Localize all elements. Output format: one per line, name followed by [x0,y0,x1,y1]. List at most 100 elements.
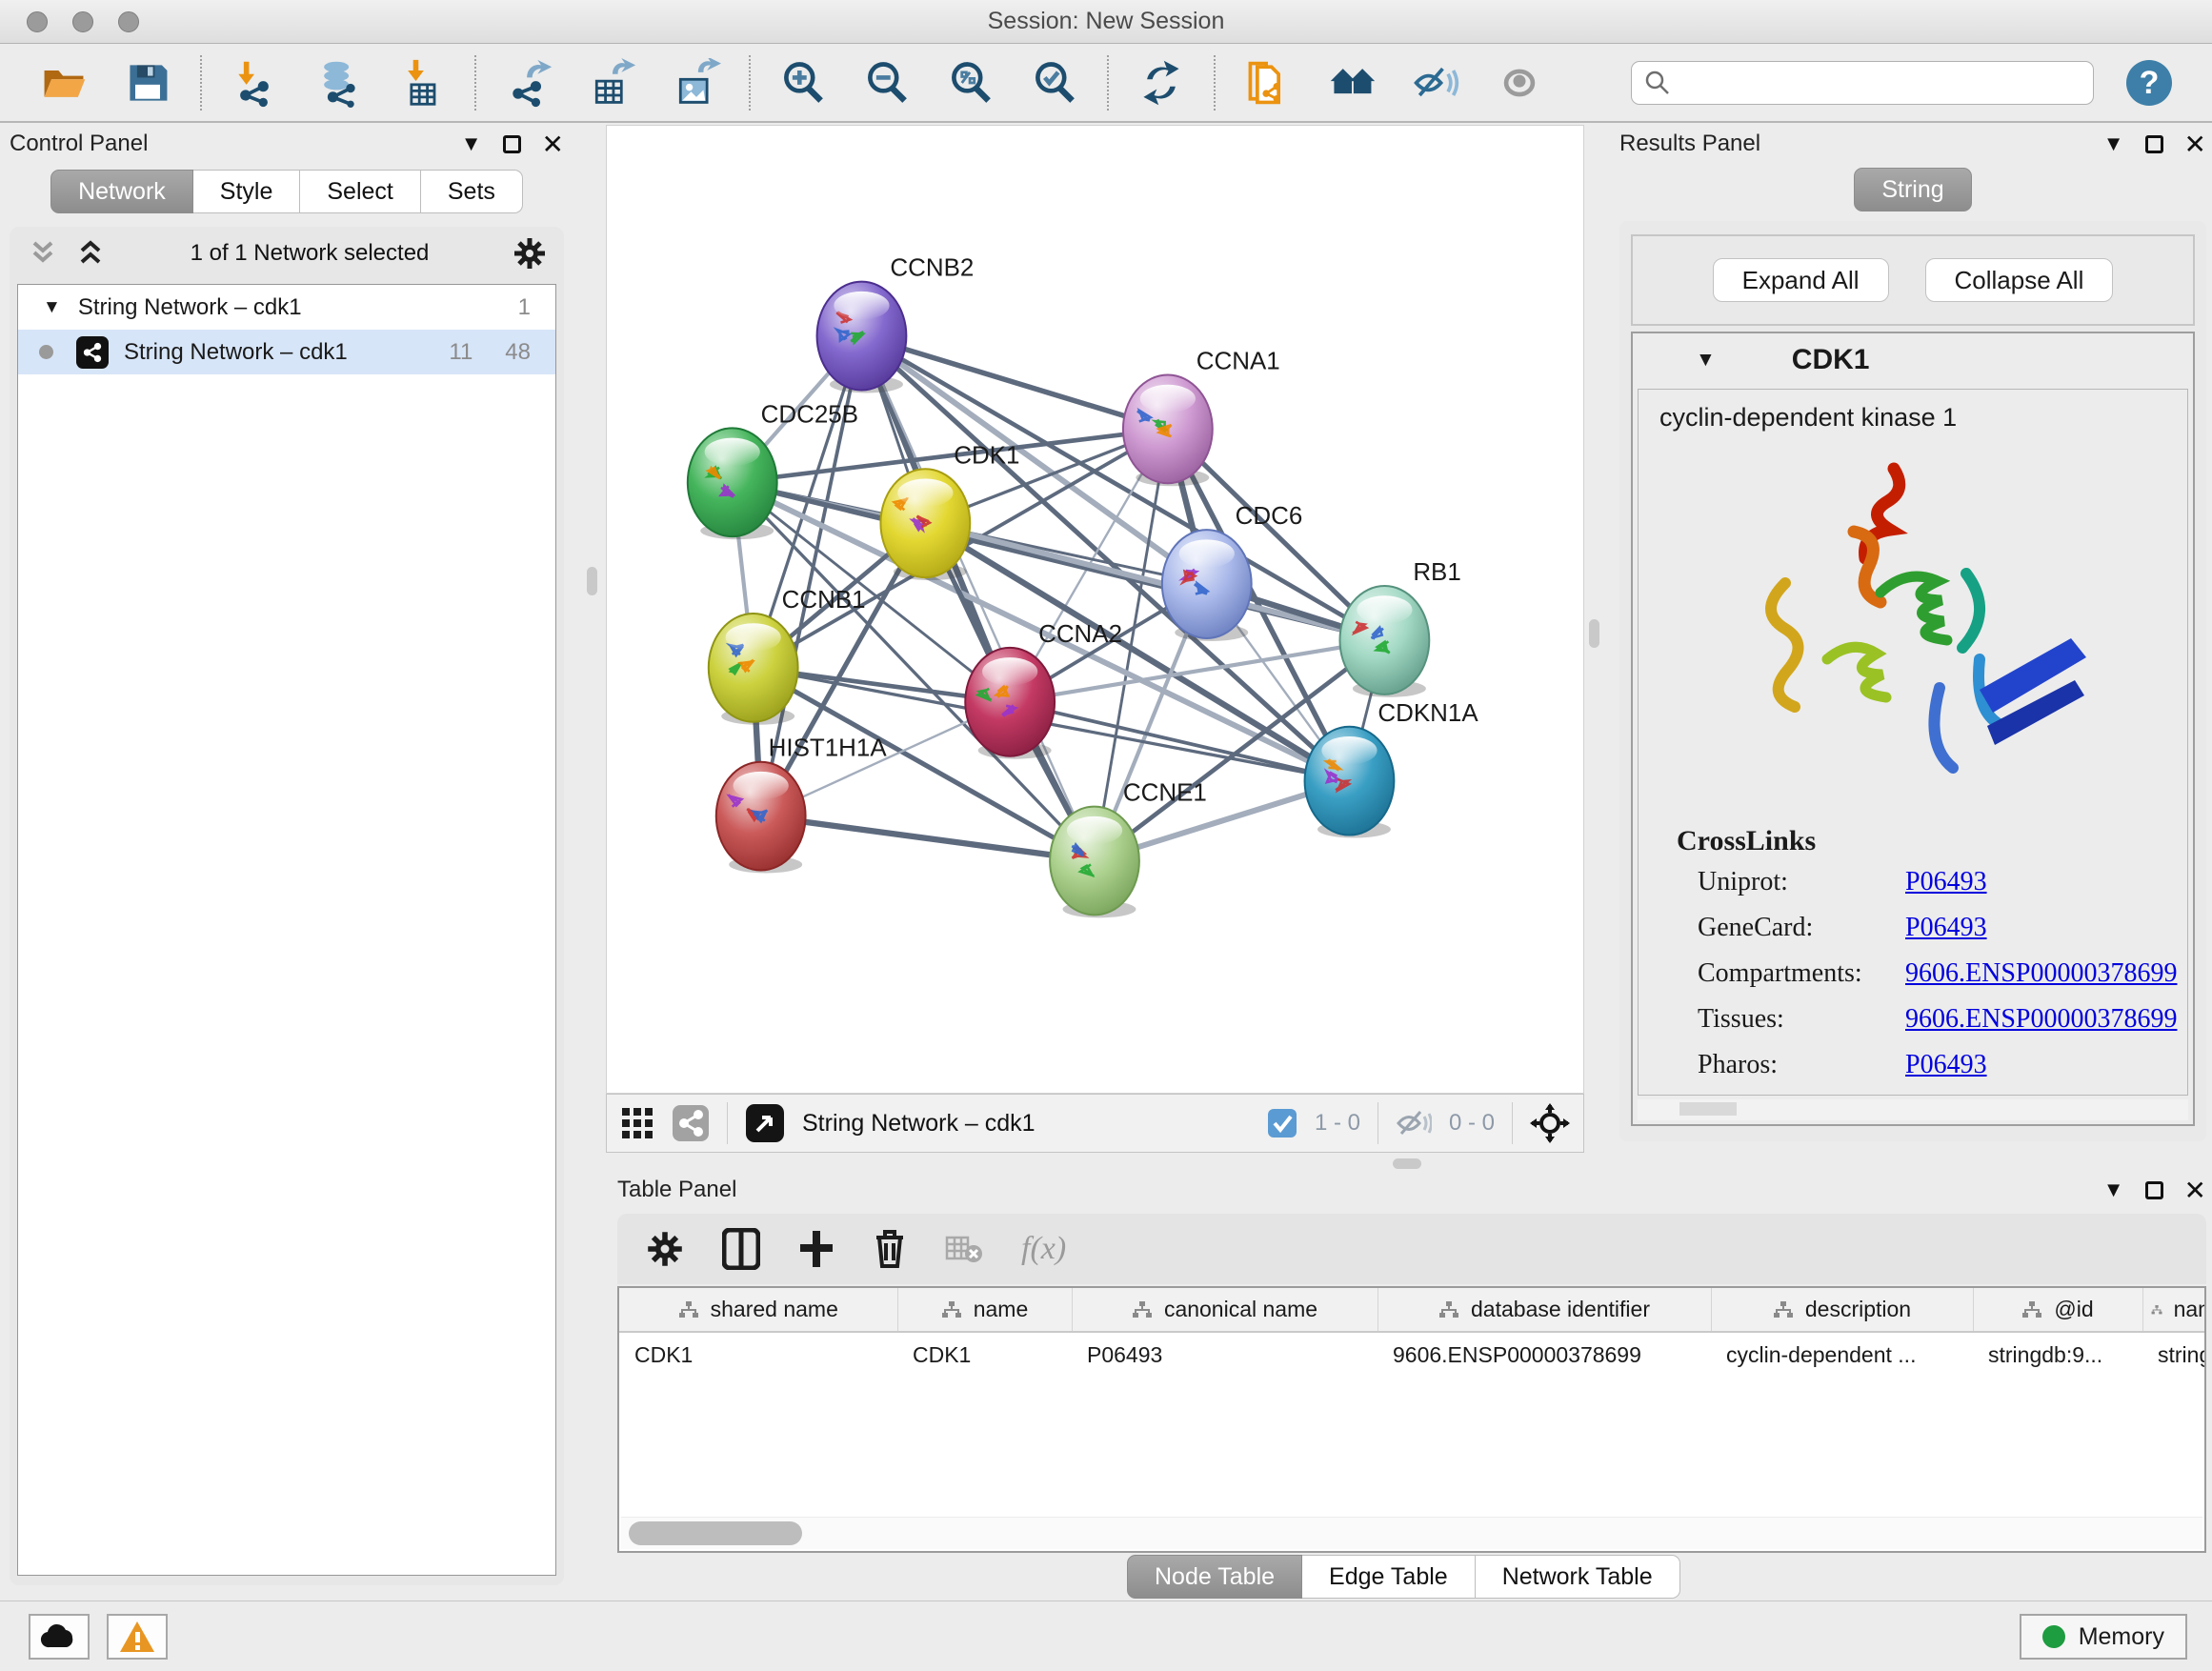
node-CCNE1[interactable]: CCNE1 [1050,780,1207,918]
table-cell[interactable]: CDK1 [897,1332,1072,1377]
import-network-button[interactable] [229,57,280,109]
table-cell[interactable]: stringdb [2142,1332,2206,1377]
collapse-all-button[interactable]: Collapse All [1925,258,2114,302]
collection-expand-caret[interactable]: ▼ [43,297,61,318]
annotation-button[interactable] [1242,57,1294,109]
node-table[interactable]: shared namenamecanonical namedatabase id… [617,1286,2206,1553]
tab-style[interactable]: Style [193,170,301,213]
birdseye-navigator-icon[interactable] [745,1103,785,1143]
close-window-button[interactable] [27,11,48,32]
node-CCNB2[interactable]: CCNB2 [817,255,975,393]
crosslink-link[interactable]: 9606.ENSP00000378699 [1905,1004,2177,1035]
window-controls[interactable] [27,11,139,32]
column-header-canonical-name[interactable]: canonical name [1072,1288,1377,1332]
cloud-status-button[interactable] [29,1614,90,1660]
zoom-fit-button[interactable] [945,57,996,109]
help-button[interactable]: ? [2126,60,2172,106]
zoom-selected-button[interactable] [1029,57,1080,109]
column-header-namespace[interactable]: namespace [2142,1288,2206,1332]
export-image-button[interactable] [671,57,722,109]
collapse-all-icon[interactable] [27,239,59,268]
warnings-button[interactable] [107,1614,168,1660]
float-window-icon[interactable] [2145,135,2163,153]
tab-node-table[interactable]: Node Table [1127,1555,1302,1599]
network-canvas[interactable]: CCNB2CCNA1CDC25BCDK1CDC6RB1CCNB1CCNA2CDK… [606,125,1584,1094]
column-header-database-identifier[interactable]: database identifier [1377,1288,1711,1332]
column-header--id[interactable]: @id [1973,1288,2142,1332]
table-cell[interactable]: cyclin-dependent ... [1711,1332,1973,1377]
node-CCNA1[interactable]: CCNA1 [1123,349,1280,487]
float-menu-icon[interactable]: ▼ [461,133,482,154]
node-CDKN1A[interactable]: CDKN1A [1305,700,1479,838]
tab-sets[interactable]: Sets [421,170,523,213]
tab-edge-table[interactable]: Edge Table [1302,1555,1476,1599]
show-button[interactable] [1494,57,1545,109]
zoom-in-button[interactable] [777,57,829,109]
hide-button[interactable] [1410,57,1461,109]
network-collection-row[interactable]: ▼ String Network – cdk1 1 [18,285,555,330]
tab-select[interactable]: Select [300,170,420,213]
delete-column-icon[interactable] [873,1228,907,1270]
open-session-button[interactable] [38,57,90,109]
network-row[interactable]: String Network – cdk1 11 48 [18,330,555,374]
table-cell[interactable]: P06493 [1072,1332,1377,1377]
gene-expand-caret[interactable]: ▼ [1696,349,1716,372]
column-header-description[interactable]: description [1711,1288,1973,1332]
search-box[interactable] [1631,61,2094,105]
right-splitter-grip[interactable] [1589,619,1599,648]
bottom-splitter-grip[interactable] [1393,1158,1421,1169]
tab-network-table[interactable]: Network Table [1476,1555,1680,1599]
crosslink-link[interactable]: P06493 [1905,913,1987,943]
expand-all-button[interactable]: Expand All [1713,258,1889,302]
crosslink-link[interactable]: 9606.ENSP00000378699 [1905,958,2177,989]
selected-checkbox-icon[interactable] [1267,1108,1297,1138]
float-window-icon[interactable] [2145,1181,2163,1199]
table-hscrollbar-thumb[interactable] [629,1521,802,1545]
edge-HIST1H1A-CCNE1[interactable] [761,816,1095,861]
column-header-name[interactable]: name [897,1288,1072,1332]
tab-network[interactable]: Network [50,170,193,213]
save-session-button[interactable] [122,57,173,109]
export-network-button[interactable] [503,57,554,109]
crosslink-link[interactable]: P06493 [1905,867,1987,897]
table-cell[interactable]: stringdb:9... [1973,1332,2142,1377]
expand-all-icon[interactable] [74,239,107,268]
string-network-graph[interactable]: CCNB2CCNA1CDC25BCDK1CDC6RB1CCNB1CCNA2CDK… [607,126,1583,1093]
table-cell[interactable]: CDK1 [619,1332,897,1377]
fit-content-crosshair-icon[interactable] [1530,1103,1570,1143]
close-panel-icon[interactable]: ✕ [2184,129,2206,160]
float-window-icon[interactable] [503,135,521,153]
import-database-button[interactable] [312,57,364,109]
network-options-gear-icon[interactable] [513,236,547,271]
float-menu-icon[interactable]: ▼ [2103,133,2124,154]
close-panel-icon[interactable]: ✕ [542,129,564,160]
node-CCNB1[interactable]: CCNB1 [709,587,866,725]
table-options-gear-icon[interactable] [646,1230,684,1268]
show-columns-icon[interactable] [722,1228,760,1270]
table-cell[interactable]: 9606.ENSP00000378699 [1377,1332,1711,1377]
results-hscrollbar[interactable] [1638,1099,2188,1120]
edge-RB1-CCNA2[interactable] [1010,640,1384,702]
float-menu-icon[interactable]: ▼ [2103,1179,2124,1200]
refresh-button[interactable] [1136,57,1187,109]
edge-CCNA2-CDKN1A[interactable] [1010,702,1349,781]
edge-CDK1-RB1[interactable] [925,523,1384,640]
tab-string[interactable]: String [1854,168,1971,211]
crosslink-link[interactable]: P06493 [1905,1050,1987,1080]
left-splitter-grip[interactable] [587,567,597,595]
gene-section-header[interactable]: ▼ CDK1 [1633,333,2193,387]
edge-CCNB2-CCNA1[interactable] [861,336,1167,430]
node-HIST1H1A[interactable]: HIST1H1A [716,735,888,874]
export-table-button[interactable] [587,57,638,109]
search-input[interactable] [1672,64,2093,102]
minimize-window-button[interactable] [72,11,93,32]
close-panel-icon[interactable]: ✕ [2184,1175,2206,1206]
zoom-window-button[interactable] [118,11,139,32]
home-button[interactable] [1326,57,1377,109]
import-table-button[interactable] [396,57,448,109]
grid-view-icon[interactable] [620,1106,654,1140]
zoom-out-button[interactable] [861,57,913,109]
memory-status-button[interactable]: Memory [2020,1614,2187,1660]
node-RB1[interactable]: RB1 [1339,559,1460,697]
table-hscrollbar[interactable] [621,1517,2202,1549]
